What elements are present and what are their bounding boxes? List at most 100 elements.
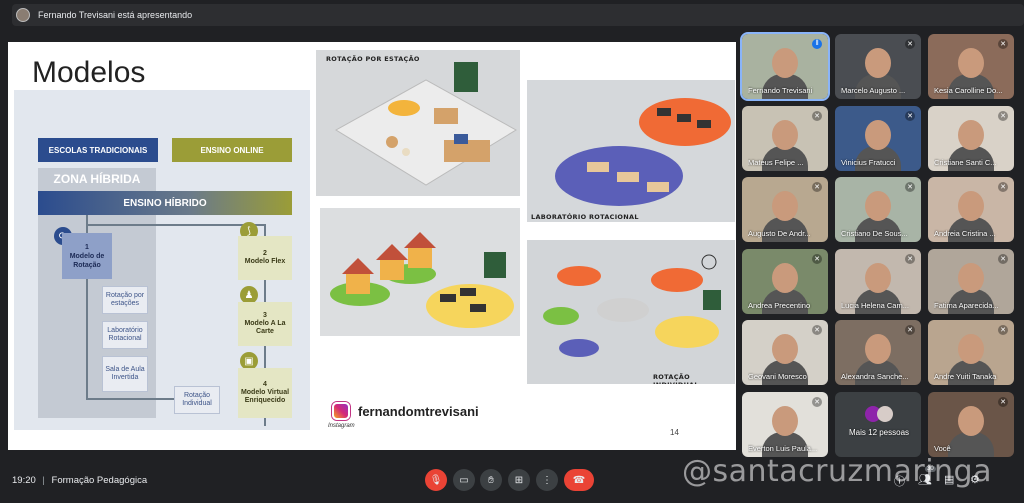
participant-tile[interactable]: ✕ Augusto De Andr... <box>742 177 828 242</box>
participant-face <box>772 262 798 293</box>
participant-name: Andreia Cristina ... <box>934 229 996 238</box>
participant-name: Kesia Carolline Do... <box>934 86 1003 95</box>
participant-face <box>958 191 984 221</box>
model-2-box: 2 Modelo Flex <box>238 236 292 280</box>
presenter-avatar <box>16 8 30 22</box>
participant-tile[interactable]: ✕ Geovani Moresco <box>742 320 828 385</box>
participant-tile[interactable]: ✕ Lucia Helena Cam... <box>835 248 921 314</box>
rotational-lab-illustration: LABORATÓRIO ROTACIONAL <box>527 80 735 222</box>
meeting-name: Formação Pedagógica <box>51 475 148 486</box>
participant-face <box>865 334 891 364</box>
participant-tile[interactable]: ✕ Kesia Carolline Do... <box>928 34 1014 99</box>
participant-name: Cristiano De Sous... <box>841 229 908 238</box>
participant-tile[interactable]: ✕ Andreia Cristina ... <box>928 177 1014 242</box>
model-1-box: 1 Modelo de Rotação <box>62 233 112 279</box>
speaking-indicator-icon: ⦀ <box>812 39 822 49</box>
hybrid-teaching-diagram: ZONA HÍBRIDA ESCOLAS TRADICIONAIS ENSINO… <box>14 90 310 430</box>
participant-name: Fatima Aparecida... <box>934 300 999 310</box>
individual-rotation-illustration: ROTAÇÃO INDIVIDUAL <box>527 240 735 384</box>
mic-muted-icon: ✕ <box>998 253 1008 264</box>
classroom-houses-illustration <box>320 208 520 336</box>
raise-hand-button[interactable]: ✋︎ <box>480 469 502 491</box>
participant-tile[interactable]: Mais 12 pessoas <box>835 391 921 457</box>
participant-tile[interactable]: ✕ Alexandra Sanche... <box>835 320 921 385</box>
slide-title: Modelos <box>32 56 146 89</box>
sub-individual-box: Rotação Individual <box>174 386 220 414</box>
connector-line <box>86 224 266 226</box>
participant-tile[interactable]: ✕ Andrea Precentino <box>742 248 828 314</box>
participant-face <box>958 334 984 364</box>
mic-off-icon: 🎙︎ <box>429 474 443 486</box>
model-2-number: 2 <box>263 250 267 257</box>
participant-tile[interactable]: ⦀ Fernando Trevisani <box>740 32 830 101</box>
more-people-avatars <box>865 405 895 422</box>
camera-icon: ▭ <box>459 474 469 486</box>
participant-face <box>772 405 798 436</box>
participant-name: Andre Yuiti Tanaka <box>934 372 997 381</box>
hang-up-icon: ☎︎ <box>572 474 586 486</box>
meeting-info: 19:20 | Formação Pedagógica <box>12 475 147 486</box>
houses-drawing <box>330 232 514 328</box>
participant-tile[interactable]: ✕ Mateus Felipe ... <box>742 105 828 171</box>
mic-muted-icon: ✕ <box>812 325 822 335</box>
mic-muted-icon: ✕ <box>905 39 915 49</box>
mic-muted-icon: ✕ <box>812 110 822 121</box>
mic-muted-icon: ✕ <box>998 396 1008 407</box>
participant-tile[interactable]: ✕ Vinicius Fratucci <box>835 105 921 171</box>
camera-button[interactable]: ▭ <box>453 469 475 491</box>
sub-flipped-box: Sala de Aula Invertida <box>102 356 148 392</box>
participant-name: Alexandra Sanche... <box>841 372 909 381</box>
top-bar: Fernando Trevisani está apresentando <box>0 0 1024 30</box>
instagram-handle: fernandomtrevisani <box>358 403 479 419</box>
participant-name: Mateus Felipe ... <box>748 157 804 167</box>
mic-muted-icon: ✕ <box>812 182 822 192</box>
more-options-button[interactable]: ⋮ <box>536 469 558 491</box>
participant-name: Andrea Precentino <box>748 300 811 310</box>
participant-face <box>958 405 984 436</box>
hybrid-teaching-box: ENSINO HÍBRIDO <box>38 191 292 215</box>
present-button[interactable]: ⊞ <box>508 469 530 491</box>
station-rotation-illustration: ROTAÇÃO POR ESTAÇÃO <box>316 50 520 196</box>
participant-face <box>772 119 798 150</box>
sub-lab-box: Laboratório Rotacional <box>102 321 148 349</box>
instagram-word: Instagram <box>328 423 355 429</box>
participant-name: Cristiane Santi C... <box>934 157 997 167</box>
mic-muted-icon: ✕ <box>998 110 1008 121</box>
participant-tile[interactable]: ✕ Fatima Aparecida... <box>928 248 1014 314</box>
rotational-lab-caption: LABORATÓRIO ROTACIONAL <box>531 213 639 221</box>
mic-off-button[interactable]: 🎙︎ <box>425 469 447 491</box>
mic-muted-icon: ✕ <box>812 396 822 407</box>
model-3-box: 3 Modelo A La Carte <box>238 302 292 346</box>
watermark: @santacruzmaringa <box>682 454 992 489</box>
hang-up-button[interactable]: ☎︎ <box>564 469 594 491</box>
online-teaching-box: ENSINO ONLINE <box>172 138 292 162</box>
participant-face <box>865 191 891 221</box>
model-4-box: 4 Modelo Virtual Enriquecido <box>238 368 292 418</box>
model-2-label: Modelo Flex <box>244 258 286 265</box>
participant-tile[interactable]: ✕ Marcelo Augusto ... <box>835 34 921 99</box>
participant-tile[interactable]: ✕ Cristiane Santi C... <box>928 105 1014 171</box>
instagram-credit: fernandomtrevisani <box>332 402 479 420</box>
participant-name: Augusto De Andr... <box>748 229 811 238</box>
participant-tile[interactable]: ✕ Você <box>928 391 1014 457</box>
participant-name: Everton Luis Paula... <box>748 443 818 453</box>
participant-name: Vinicius Fratucci <box>841 157 896 167</box>
lab-drawing <box>555 98 731 206</box>
participant-tile[interactable]: ✕ Everton Luis Paula... <box>742 391 828 457</box>
model-3-label: Modelo A La Carte <box>244 320 286 335</box>
participant-face <box>865 262 891 293</box>
hybrid-zone-label: ZONA HÍBRIDA <box>53 172 141 186</box>
mic-muted-icon: ✕ <box>998 325 1008 335</box>
participant-name: Mais 12 pessoas <box>849 427 910 437</box>
participant-name: Você <box>934 443 951 453</box>
participant-face <box>865 119 891 150</box>
mic-muted-icon: ✕ <box>812 253 822 264</box>
model-1-number: 1 <box>85 243 89 251</box>
participant-tile[interactable]: ✕ Andre Yuiti Tanaka <box>928 320 1014 385</box>
presenting-banner: Fernando Trevisani está apresentando <box>12 4 1024 26</box>
participant-face <box>958 119 984 150</box>
model-3-number: 3 <box>263 312 267 319</box>
participant-tile[interactable]: ✕ Cristiano De Sous... <box>835 177 921 242</box>
model-4-label: Modelo Virtual Enriquecido <box>240 389 290 404</box>
mic-muted-icon: ✕ <box>998 182 1008 192</box>
